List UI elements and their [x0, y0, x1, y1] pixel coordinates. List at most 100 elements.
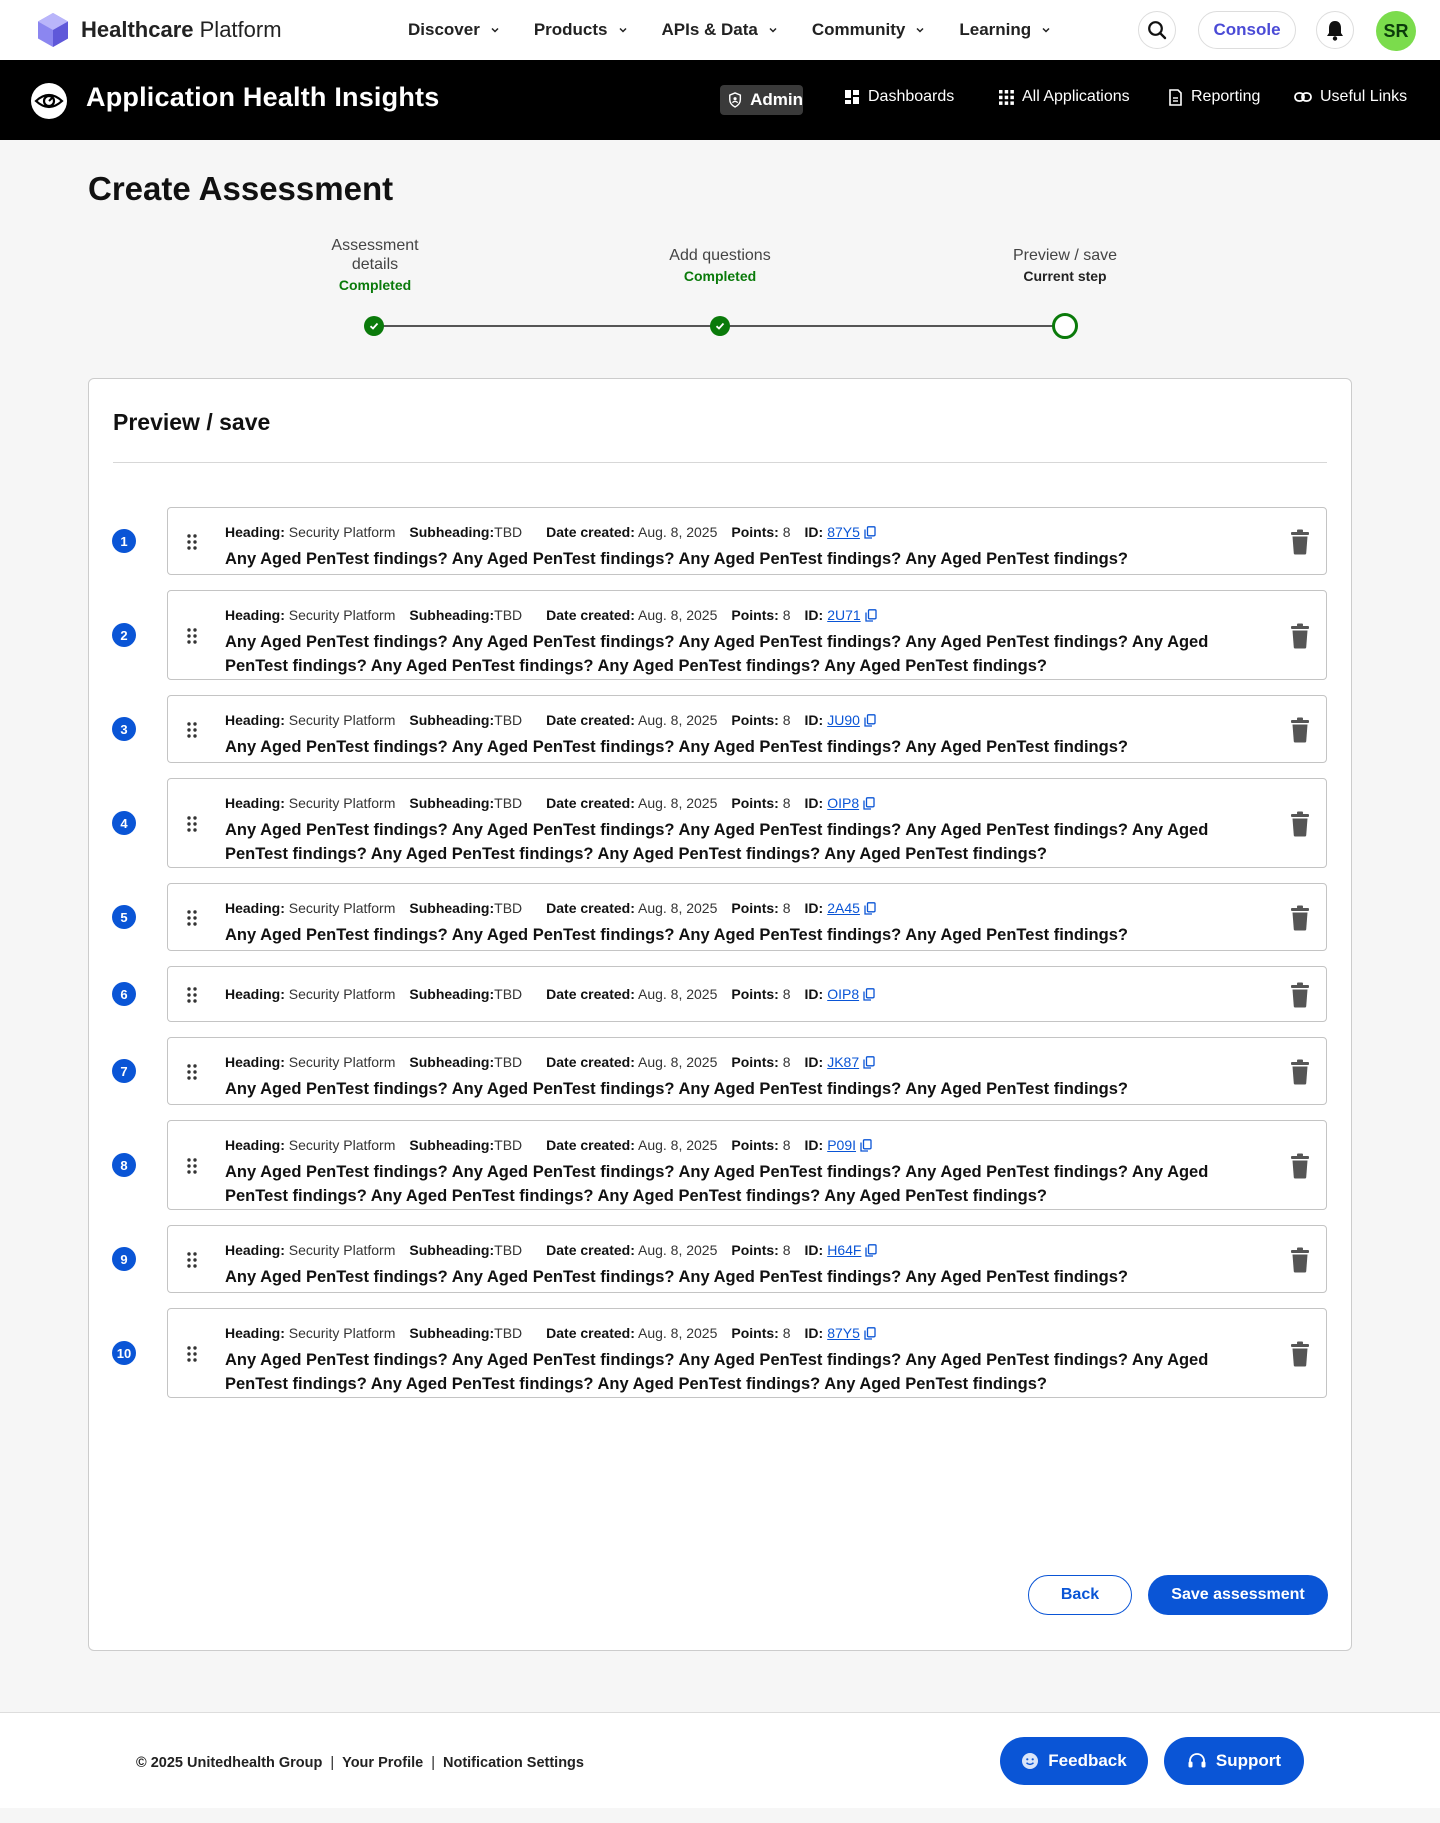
drag-handle-icon[interactable]: [186, 721, 198, 739]
trash-icon[interactable]: [1289, 1153, 1311, 1179]
question-text: Any Aged PenTest findings? Any Aged PenT…: [225, 1351, 1209, 1393]
question-row: 5 Heading: Security Platform Subheading:TB…: [89, 883, 1353, 951]
question-id-link[interactable]: 2U71: [827, 607, 860, 623]
question-row: 3 Heading: Security Platform Subheading:TB…: [89, 695, 1353, 763]
drag-handle-icon[interactable]: [186, 986, 198, 1004]
trash-icon[interactable]: [1289, 529, 1311, 555]
support-button[interactable]: Support: [1164, 1737, 1304, 1785]
trash-icon[interactable]: [1289, 1247, 1311, 1273]
search-button[interactable]: [1138, 11, 1176, 49]
notification-settings-link[interactable]: Notification Settings: [443, 1755, 584, 1771]
copy-icon[interactable]: [864, 525, 876, 539]
menu-apis-data[interactable]: APIs & Data: [662, 20, 778, 40]
date-value: Aug. 8, 2025: [637, 900, 718, 916]
brand[interactable]: Healthcare Platform: [36, 12, 282, 48]
meta-subheading: Subheading:TBD: [409, 1054, 522, 1070]
copy-icon[interactable]: [860, 1138, 872, 1152]
copy-icon[interactable]: [865, 608, 877, 622]
question-number-badge: 6: [112, 982, 136, 1006]
points-value: 8: [782, 712, 791, 728]
app-title[interactable]: Application Health Insights: [86, 82, 439, 113]
step-assessment-details[interactable]: Assessment details Completed: [285, 236, 465, 293]
question-id-link[interactable]: H64F: [827, 1242, 861, 1258]
meta-points: Points: 8: [731, 607, 790, 623]
question-id-link[interactable]: OIP8: [827, 795, 859, 811]
copy-icon[interactable]: [864, 713, 876, 727]
trash-icon[interactable]: [1289, 717, 1311, 743]
feedback-button[interactable]: Feedback: [1000, 1737, 1148, 1785]
console-button[interactable]: Console: [1198, 11, 1296, 49]
trash-icon[interactable]: [1289, 905, 1311, 931]
question-card[interactable]: Heading: Security Platform Subheading:TBD…: [167, 883, 1327, 951]
avatar[interactable]: SR: [1376, 11, 1416, 51]
meta-label: Subheading:: [409, 712, 495, 728]
question-id-link[interactable]: 87Y5: [827, 1325, 860, 1341]
meta-label: Points:: [731, 795, 779, 811]
meta-subheading: Subheading:TBD: [409, 1137, 522, 1153]
meta-label: ID:: [804, 1054, 824, 1070]
trash-icon[interactable]: [1289, 623, 1311, 649]
question-id-link[interactable]: JU90: [827, 712, 860, 728]
chevron-down-icon: [1042, 27, 1050, 33]
question-id-link[interactable]: 2A45: [827, 900, 860, 916]
subheading-value: TBD: [494, 524, 523, 540]
drag-handle-icon[interactable]: [186, 627, 198, 645]
trash-icon[interactable]: [1289, 811, 1311, 837]
question-card[interactable]: Heading: Security Platform Subheading:TBD…: [167, 507, 1327, 575]
menu-discover[interactable]: Discover: [408, 20, 500, 40]
question-id-link[interactable]: OIP8: [827, 986, 859, 1002]
question-id-link[interactable]: 87Y5: [827, 524, 860, 540]
nav-all-applications[interactable]: All Applications: [999, 88, 1130, 106]
question-id-link[interactable]: P09I: [827, 1137, 856, 1153]
meta-subheading: Subheading:TBD: [409, 712, 522, 728]
drag-handle-icon[interactable]: [186, 533, 198, 551]
question-id-link[interactable]: JK87: [827, 1054, 859, 1070]
question-card[interactable]: Heading: Security Platform Subheading:TBD…: [167, 1120, 1327, 1210]
copy-icon[interactable]: [865, 1243, 878, 1257]
copy-icon[interactable]: [863, 987, 875, 1001]
trash-icon[interactable]: [1289, 982, 1311, 1008]
question-number-badge: 5: [112, 905, 136, 929]
question-card[interactable]: Heading: Security Platform Subheading:TBD…: [167, 590, 1327, 680]
your-profile-link[interactable]: Your Profile: [342, 1755, 423, 1771]
meta-label: Subheading:: [409, 795, 495, 811]
trash-icon[interactable]: [1289, 1059, 1311, 1085]
menu-learning[interactable]: Learning: [959, 20, 1051, 40]
drag-handle-icon[interactable]: [186, 1251, 198, 1269]
question-card[interactable]: Heading: Security Platform Subheading:TBD…: [167, 695, 1327, 763]
drag-handle-icon[interactable]: [186, 909, 198, 927]
drag-handle-icon[interactable]: [186, 1157, 198, 1175]
nav-useful-links[interactable]: Useful Links: [1294, 88, 1407, 106]
eye-logo-icon[interactable]: [30, 82, 68, 120]
menu-products[interactable]: Products: [534, 20, 628, 40]
copy-icon[interactable]: [864, 1326, 876, 1340]
drag-handle-icon[interactable]: [186, 815, 198, 833]
step-status: Completed: [683, 268, 757, 284]
question-card[interactable]: Heading: Security Platform Subheading:TBD…: [167, 966, 1327, 1022]
nav-dashboards[interactable]: Dashboards: [844, 88, 954, 106]
drag-handle-icon[interactable]: [186, 1063, 198, 1081]
nav-reporting[interactable]: Reporting: [1168, 88, 1260, 106]
trash-icon[interactable]: [1289, 1341, 1311, 1367]
chevron-down-icon: [769, 27, 777, 33]
copy-icon[interactable]: [863, 796, 875, 810]
step-preview-save[interactable]: Preview / save Current step: [975, 246, 1155, 284]
copy-icon[interactable]: [864, 901, 876, 915]
back-button[interactable]: Back: [1028, 1575, 1132, 1615]
date-value: Aug. 8, 2025: [637, 524, 718, 540]
notifications-button[interactable]: [1316, 11, 1354, 49]
admin-badge[interactable]: Admin: [720, 85, 803, 115]
check-icon: [369, 322, 379, 330]
step-connector: [374, 325, 720, 327]
step-add-questions[interactable]: Add questions Completed: [630, 246, 810, 284]
question-card[interactable]: Heading: Security Platform Subheading:TBD…: [167, 1308, 1327, 1398]
save-assessment-button[interactable]: Save assessment: [1148, 1575, 1328, 1615]
question-card[interactable]: Heading: Security Platform Subheading:TBD…: [167, 778, 1327, 868]
copy-icon[interactable]: [863, 1055, 875, 1069]
drag-handle-icon[interactable]: [186, 1345, 198, 1363]
question-card[interactable]: Heading: Security Platform Subheading:TBD…: [167, 1037, 1327, 1105]
question-number-badge: 9: [112, 1247, 136, 1271]
meta-date: Date created: Aug. 8, 2025: [546, 712, 717, 728]
menu-community[interactable]: Community: [812, 20, 926, 40]
question-card[interactable]: Heading: Security Platform Subheading:TBD…: [167, 1225, 1327, 1293]
